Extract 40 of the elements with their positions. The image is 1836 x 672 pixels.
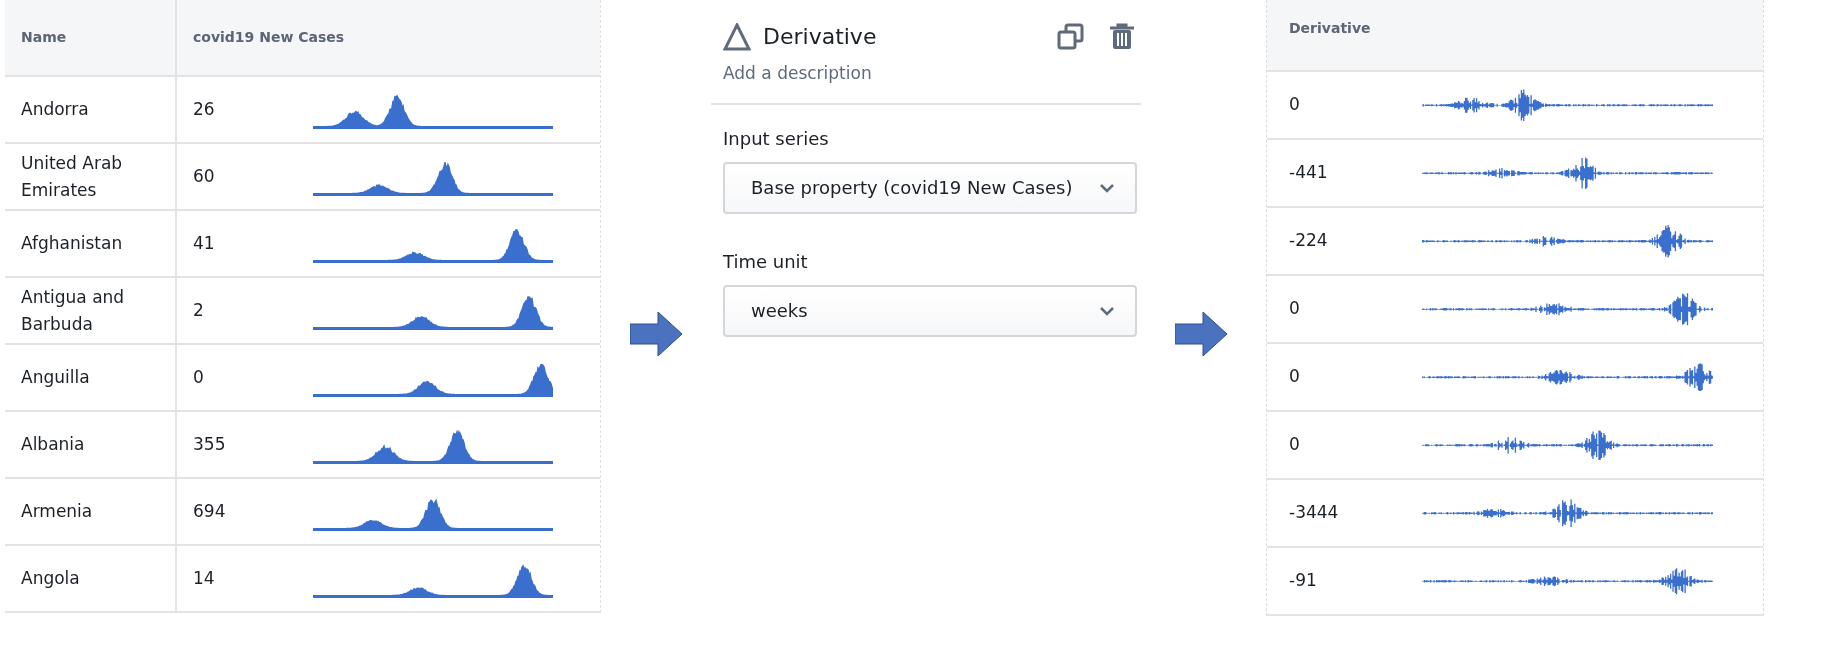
copy-icon[interactable] <box>1057 22 1085 51</box>
triangle-icon <box>723 22 751 51</box>
table-cell-text: Antigua and Barbuda <box>21 285 126 336</box>
table-cell-text: Armenia <box>21 500 93 523</box>
table-cell-text: 0 <box>1289 297 1301 321</box>
table-cell-text: -441 <box>1289 161 1329 185</box>
table-cell-text: 2 <box>193 298 205 322</box>
column-header: Name <box>21 28 67 47</box>
select-field[interactable]: Base property (covid19 New Cases) <box>723 161 1137 214</box>
column-header: covid19 New Cases <box>193 28 345 47</box>
chevron-down-icon <box>1099 182 1115 193</box>
arrow-icon <box>1175 312 1227 356</box>
field-label: Input series <box>722 126 830 151</box>
table-cell-text: 0 <box>1289 365 1301 389</box>
table-cell-text: Anguilla <box>21 366 90 389</box>
description-link[interactable]: Add a description <box>711 61 1141 87</box>
table-cell-text: Albania <box>21 433 85 456</box>
table-cell-text: 0 <box>1289 433 1301 457</box>
table-cell-text: -91 <box>1289 569 1318 593</box>
chevron-down-icon <box>1099 305 1115 316</box>
table-cell-text: 26 <box>193 97 216 121</box>
table-cell-text: 0 <box>193 365 205 389</box>
table-cell-text: Angola <box>21 567 80 590</box>
table-cell-text: 0 <box>1289 93 1301 117</box>
table-cell-text: Afghanistan <box>21 232 123 255</box>
table-cell-text: 41 <box>193 231 216 255</box>
table-cell-text: 14 <box>193 566 216 590</box>
select-field[interactable]: weeks <box>723 284 1137 337</box>
trash-icon[interactable] <box>1109 22 1135 51</box>
panel-title: Derivative <box>763 23 878 51</box>
table-cell-text: 355 <box>193 432 227 456</box>
table-cell-text: -3444 <box>1289 501 1340 525</box>
table-cell-text: United Arab Emirates <box>21 151 124 202</box>
arrow-icon <box>630 312 682 356</box>
table-cell-text: 60 <box>193 164 216 188</box>
table-cell-text: -224 <box>1289 229 1329 253</box>
field-label: Time unit <box>722 249 809 274</box>
table-cell-text: 694 <box>193 499 227 523</box>
column-header: Derivative <box>1289 19 1371 38</box>
table-cell-text: Andorra <box>21 98 89 121</box>
